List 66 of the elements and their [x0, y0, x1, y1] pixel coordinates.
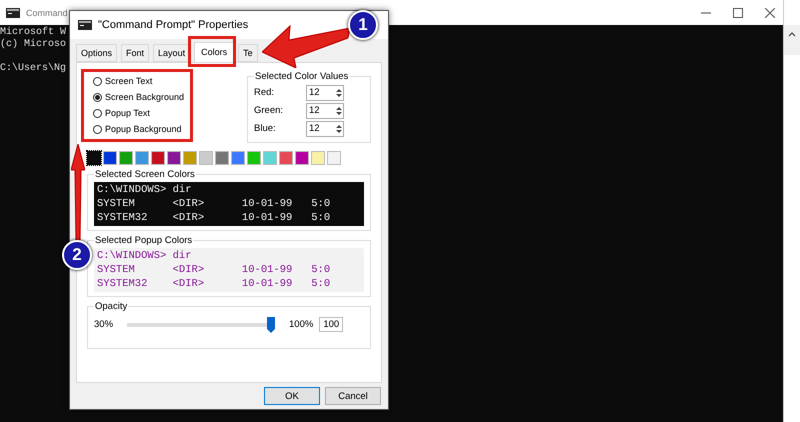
field-label: Blue:: [254, 123, 277, 134]
tab[interactable]: Font: [121, 44, 150, 62]
preview-line: C:\WINDOWS> dir: [97, 182, 193, 197]
group-title: Selected Screen Colors: [94, 168, 196, 180]
field-label: Red:: [254, 87, 276, 98]
radio-option[interactable]: Popup Background: [93, 122, 184, 136]
console-line: Microsoft W: [0, 27, 66, 38]
color-swatch[interactable]: [215, 150, 229, 165]
opacity-value[interactable]: 100: [319, 317, 344, 332]
color-swatch[interactable]: [311, 150, 325, 165]
color-swatch[interactable]: [103, 150, 117, 165]
spin-arrows-icon[interactable]: [335, 86, 343, 99]
preview-line: SYSTEM <DIR> 10-01-99 5:0: [97, 262, 332, 277]
maximize-icon[interactable]: [733, 8, 743, 18]
console-icon: [78, 20, 92, 30]
console-line: (c) Microso: [0, 39, 66, 51]
dialog-title: "Command Prompt" Properties: [98, 18, 248, 31]
min-label: 30%: [94, 319, 114, 330]
radio-option[interactable]: Screen Text: [93, 74, 184, 88]
max-label: 100%: [289, 319, 314, 330]
radio-button[interactable]: [93, 108, 102, 118]
preview-line: SYSTEM32 <DIR> 10-01-99 5:0: [97, 276, 332, 291]
preview-line: C:\WINDOWS> dir: [97, 248, 193, 263]
color-swatch[interactable]: [151, 150, 165, 165]
group-title: Selected Popup Colors: [94, 234, 194, 246]
radio-option[interactable]: Popup Text: [93, 106, 184, 120]
number-spinner[interactable]: 12: [306, 120, 344, 137]
radio-button[interactable]: [93, 124, 102, 134]
preview-line: SYSTEM <DIR> 10-01-99 5:0: [97, 196, 332, 211]
color-swatch[interactable]: [279, 150, 293, 165]
color-swatch[interactable]: [199, 150, 213, 165]
color-swatch[interactable]: [135, 150, 149, 165]
spin-arrows-icon[interactable]: [335, 122, 343, 135]
scrollbar[interactable]: [784, 25, 800, 55]
number-spinner[interactable]: 12: [306, 102, 344, 119]
color-swatch[interactable]: [183, 150, 197, 165]
scroll-up-icon[interactable]: [788, 31, 796, 37]
color-swatch[interactable]: [119, 150, 133, 165]
color-swatch[interactable]: [87, 150, 101, 165]
preview-line: SYSTEM32 <DIR> 10-01-99 5:0: [97, 210, 332, 225]
close-icon[interactable]: [765, 8, 775, 18]
radio-option[interactable]: Screen Background: [93, 90, 184, 104]
color-swatch[interactable]: [167, 150, 181, 165]
number-spinner[interactable]: 12: [306, 84, 344, 101]
color-swatch[interactable]: [247, 150, 261, 165]
console-line: C:\Users\Ng: [0, 63, 66, 75]
highlight-frame: [188, 36, 236, 67]
tab[interactable]: Te: [238, 44, 258, 62]
console-icon: [6, 8, 20, 18]
spin-arrows-icon[interactable]: [335, 104, 343, 117]
slider-thumb[interactable]: [267, 316, 276, 333]
tab[interactable]: Layout: [153, 44, 190, 62]
color-swatch[interactable]: [263, 150, 277, 165]
color-swatch[interactable]: [327, 150, 341, 165]
color-swatch[interactable]: [295, 150, 309, 165]
group-title: Opacity: [94, 300, 128, 312]
radio-button[interactable]: [93, 92, 102, 102]
cancel-button[interactable]: Cancel: [325, 387, 381, 405]
window-title: Command: [26, 8, 68, 18]
ok-button[interactable]: OK: [264, 387, 320, 405]
tab[interactable]: Options: [76, 44, 118, 62]
color-swatch[interactable]: [231, 150, 245, 165]
radio-button[interactable]: [93, 76, 102, 86]
group-title: Selected Color Values: [254, 70, 350, 82]
field-label: Green:: [254, 105, 284, 116]
tab[interactable]: Colors: [194, 42, 234, 62]
